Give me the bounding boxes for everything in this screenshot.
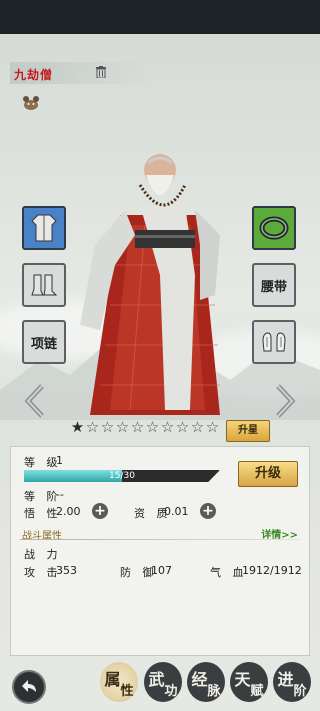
star-empty-icon: ☆: [115, 418, 130, 436]
attack-value: 353: [56, 564, 77, 577]
boots-slot[interactable]: [22, 263, 66, 307]
insight-value: 2.00: [56, 505, 81, 518]
nav-tab-label: 天: [234, 670, 251, 689]
level-up-button[interactable]: 升级: [238, 461, 298, 487]
armor-slot[interactable]: [22, 206, 66, 250]
xp-text: 15/30: [109, 471, 135, 481]
nav-tab-label: 脉: [207, 683, 221, 699]
necklace-slot[interactable]: 项链: [22, 320, 66, 364]
robe-icon: [31, 214, 57, 242]
nav-tab-label: 功: [164, 683, 178, 699]
character-name: 九劫僧: [14, 68, 54, 82]
star-empty-icon: ☆: [85, 418, 100, 436]
previous-character-arrow-icon[interactable]: [22, 384, 48, 418]
ring-slot[interactable]: [252, 206, 296, 250]
section-divider: [20, 539, 300, 540]
back-button[interactable]: [12, 670, 46, 704]
star-empty-icon: ☆: [160, 418, 175, 436]
power-label: 战 力: [24, 548, 62, 561]
nav-tab-label: 阶: [293, 683, 307, 699]
nav-tab-label: 性: [120, 683, 134, 699]
star-empty-icon: ☆: [190, 418, 205, 436]
character-portrait: [80, 154, 220, 415]
star-empty-icon: ☆: [175, 418, 190, 436]
next-character-arrow-icon[interactable]: [272, 384, 298, 418]
star-empty-icon: ☆: [130, 418, 145, 436]
star-empty-icon: ☆: [100, 418, 115, 436]
belt-slot-label: 腰带: [260, 279, 287, 295]
gloves-slot[interactable]: [252, 320, 296, 364]
nav-tab-2[interactable]: 武功: [144, 662, 182, 702]
nav-tab-label: 经: [191, 670, 208, 689]
aptitude-value: 0.01: [164, 505, 189, 518]
nav-tab-5[interactable]: 进阶: [273, 662, 311, 702]
upgrade-star-button[interactable]: 升星: [226, 420, 270, 442]
game-screen: 九劫僧 项链 腰带 ★ ☆ ☆ ☆ ☆ ☆ ☆ ☆ ☆ ☆ 升星 等 级 1 1…: [0, 0, 320, 711]
back-arrow-icon: [22, 680, 36, 692]
star-filled-icon: ★: [70, 418, 85, 436]
necklace-slot-label: 项链: [30, 336, 57, 352]
nav-tab-1[interactable]: 属性: [100, 662, 138, 702]
nav-tab-label: 进: [277, 670, 294, 689]
aptitude-plus-button[interactable]: +: [200, 503, 216, 519]
rank-value: --: [56, 488, 64, 501]
gloves-icon: [262, 332, 286, 352]
star-rating: ★ ☆ ☆ ☆ ☆ ☆ ☆ ☆ ☆ ☆: [70, 420, 220, 438]
nav-tab-label: 赋: [250, 683, 264, 699]
insight-plus-button[interactable]: +: [92, 503, 108, 519]
nav-tab-label: 属: [104, 670, 121, 689]
nav-tab-4[interactable]: 天赋: [230, 662, 268, 702]
belt-slot[interactable]: 腰带: [252, 263, 296, 307]
hp-value: 1912/1912: [242, 564, 302, 577]
star-empty-icon: ☆: [205, 418, 220, 436]
trash-icon[interactable]: [96, 66, 106, 78]
ring-icon: [259, 216, 289, 240]
level-value: 1: [56, 454, 63, 467]
boots-icon: [31, 274, 58, 296]
pet-icon[interactable]: [22, 95, 40, 111]
nav-tab-label: 武: [148, 670, 165, 689]
nav-tab-3[interactable]: 经脉: [187, 662, 225, 702]
xp-bar: 15/30: [24, 470, 220, 482]
defense-value: 107: [151, 564, 172, 577]
star-empty-icon: ☆: [145, 418, 160, 436]
